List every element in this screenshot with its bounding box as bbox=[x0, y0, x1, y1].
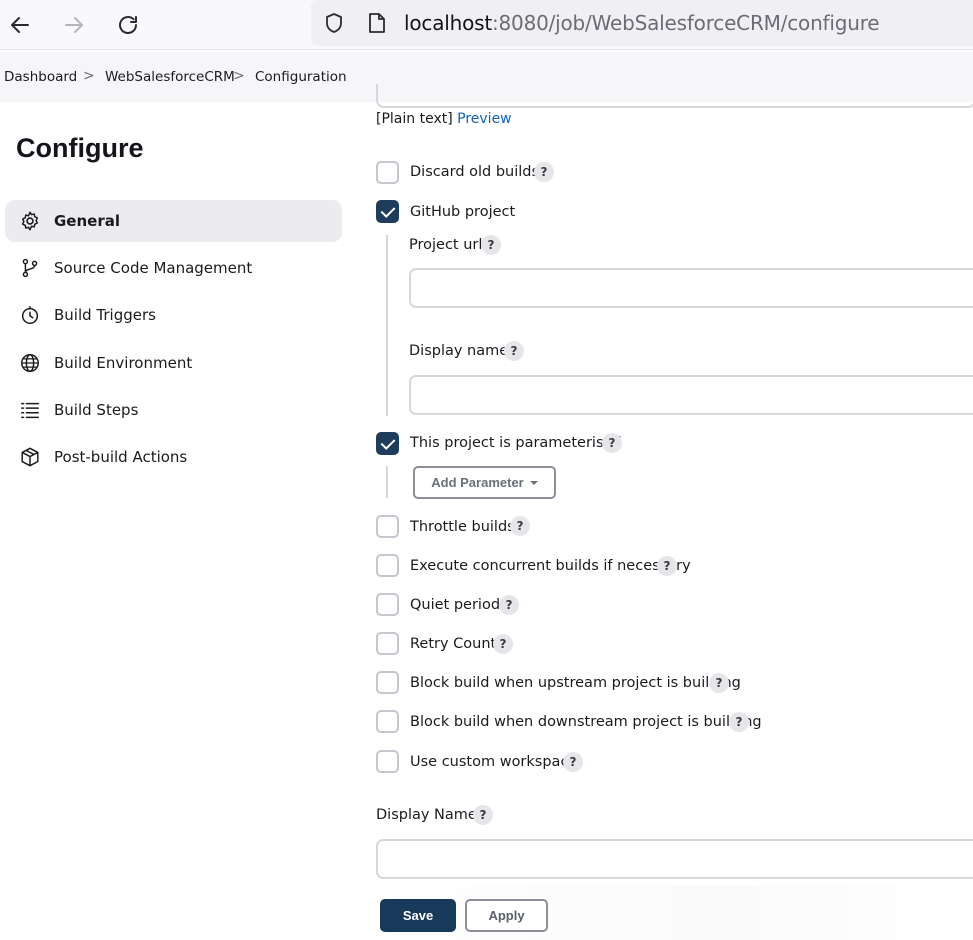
github-display-name-label: Display name bbox=[409, 343, 509, 359]
sidebar-item-build-steps[interactable]: Build Steps bbox=[5, 389, 342, 431]
custom-workspace-label[interactable]: Use custom workspace bbox=[410, 754, 577, 770]
add-parameter-label: Add Parameter bbox=[431, 475, 524, 490]
throttle-builds-checkbox[interactable] bbox=[376, 515, 399, 538]
display-name-label: Display Name bbox=[376, 807, 477, 823]
add-parameter-button[interactable]: Add Parameter bbox=[413, 466, 556, 499]
custom-workspace-checkbox[interactable] bbox=[376, 750, 399, 773]
sidebar-item-build-triggers[interactable]: Build Triggers bbox=[5, 294, 342, 336]
display-name-input[interactable] bbox=[376, 839, 973, 879]
breadcrumb-dashboard[interactable]: Dashboard bbox=[4, 69, 77, 85]
parameterised-checkbox[interactable] bbox=[376, 432, 399, 455]
help-icon[interactable]: ? bbox=[473, 805, 493, 825]
preview-link[interactable]: Preview bbox=[457, 111, 512, 127]
retry-count-checkbox[interactable] bbox=[376, 632, 399, 655]
nested-section-line bbox=[386, 466, 388, 498]
throttle-builds-label[interactable]: Throttle builds bbox=[410, 519, 515, 535]
quiet-period-label[interactable]: Quiet period bbox=[410, 597, 500, 613]
plain-text-label: [Plain text] bbox=[376, 111, 453, 127]
help-icon[interactable]: ? bbox=[602, 433, 622, 453]
url-text[interactable]: localhost:8080/job/WebSalesforceCRM/conf… bbox=[404, 11, 880, 35]
url-host: localhost bbox=[404, 11, 492, 35]
sidebar-item-label: Build Steps bbox=[54, 401, 139, 419]
help-icon[interactable]: ? bbox=[534, 162, 554, 182]
sidebar-item-label: Build Triggers bbox=[54, 306, 156, 324]
save-button[interactable]: Save bbox=[380, 899, 456, 932]
block-upstream-checkbox[interactable] bbox=[376, 671, 399, 694]
sidebar-item-label: Post-build Actions bbox=[54, 448, 188, 466]
sidebar-item-post-build-actions[interactable]: Post-build Actions bbox=[5, 436, 342, 478]
github-project-checkbox[interactable] bbox=[376, 200, 399, 223]
breadcrumb-configuration[interactable]: Configuration bbox=[255, 69, 347, 85]
sidebar-item-label: Source Code Management bbox=[54, 259, 253, 277]
concurrent-builds-checkbox[interactable] bbox=[376, 554, 399, 577]
help-icon[interactable]: ? bbox=[510, 516, 530, 536]
breadcrumb-separator: > bbox=[233, 68, 245, 84]
reload-icon[interactable] bbox=[112, 9, 144, 41]
sidebar-item-general[interactable]: General bbox=[5, 200, 342, 242]
quiet-period-checkbox[interactable] bbox=[376, 593, 399, 616]
help-icon[interactable]: ? bbox=[729, 712, 749, 732]
discard-old-builds-label[interactable]: Discard old builds bbox=[410, 164, 539, 180]
apply-button[interactable]: Apply bbox=[465, 899, 548, 932]
discard-old-builds-checkbox[interactable] bbox=[376, 161, 399, 184]
block-downstream-checkbox[interactable] bbox=[376, 710, 399, 733]
help-icon[interactable]: ? bbox=[481, 235, 501, 255]
browser-toolbar: localhost:8080/job/WebSalesforceCRM/conf… bbox=[0, 0, 973, 50]
chevron-down-icon bbox=[529, 480, 538, 485]
help-icon[interactable]: ? bbox=[504, 341, 524, 361]
shield-icon[interactable] bbox=[322, 11, 346, 39]
project-url-label: Project url bbox=[409, 237, 483, 253]
sidebar-item-label: General bbox=[54, 212, 120, 230]
help-icon[interactable]: ? bbox=[709, 673, 729, 693]
github-display-name-input[interactable] bbox=[409, 375, 973, 415]
help-icon[interactable]: ? bbox=[499, 595, 519, 615]
list-icon bbox=[19, 399, 41, 421]
parameterised-label[interactable]: This project is parameterised bbox=[410, 435, 622, 451]
sidebar-item-build-environment[interactable]: Build Environment bbox=[5, 342, 342, 384]
timer-icon bbox=[19, 304, 41, 326]
page-title: Configure bbox=[16, 133, 144, 163]
globe-icon bbox=[19, 352, 41, 374]
branch-icon bbox=[19, 257, 41, 279]
nested-section-line bbox=[386, 235, 388, 416]
block-upstream-label[interactable]: Block build when upstream project is bui… bbox=[410, 675, 741, 691]
description-format: [Plain text] Preview bbox=[376, 111, 512, 127]
page-info-icon[interactable] bbox=[367, 12, 387, 38]
gear-icon bbox=[19, 210, 41, 232]
description-textarea[interactable] bbox=[376, 84, 973, 108]
help-icon[interactable]: ? bbox=[563, 752, 583, 772]
help-icon[interactable]: ? bbox=[657, 556, 677, 576]
breadcrumb-job[interactable]: WebSalesforceCRM bbox=[105, 69, 235, 85]
help-icon[interactable]: ? bbox=[493, 634, 513, 654]
retry-count-label[interactable]: Retry Count bbox=[410, 636, 496, 652]
breadcrumb-separator: > bbox=[83, 68, 95, 84]
project-url-input[interactable] bbox=[409, 268, 973, 308]
sidebar-item-source-code-management[interactable]: Source Code Management bbox=[5, 247, 342, 289]
forward-arrow-icon[interactable] bbox=[58, 9, 90, 41]
block-downstream-label[interactable]: Block build when downstream project is b… bbox=[410, 714, 762, 730]
package-icon bbox=[19, 446, 41, 468]
back-arrow-icon[interactable] bbox=[4, 9, 36, 41]
url-path: :8080/job/WebSalesforceCRM/configure bbox=[491, 11, 880, 35]
concurrent-builds-label[interactable]: Execute concurrent builds if necessary bbox=[410, 558, 691, 574]
sidebar-item-label: Build Environment bbox=[54, 354, 193, 372]
github-project-label[interactable]: GitHub project bbox=[410, 204, 515, 220]
